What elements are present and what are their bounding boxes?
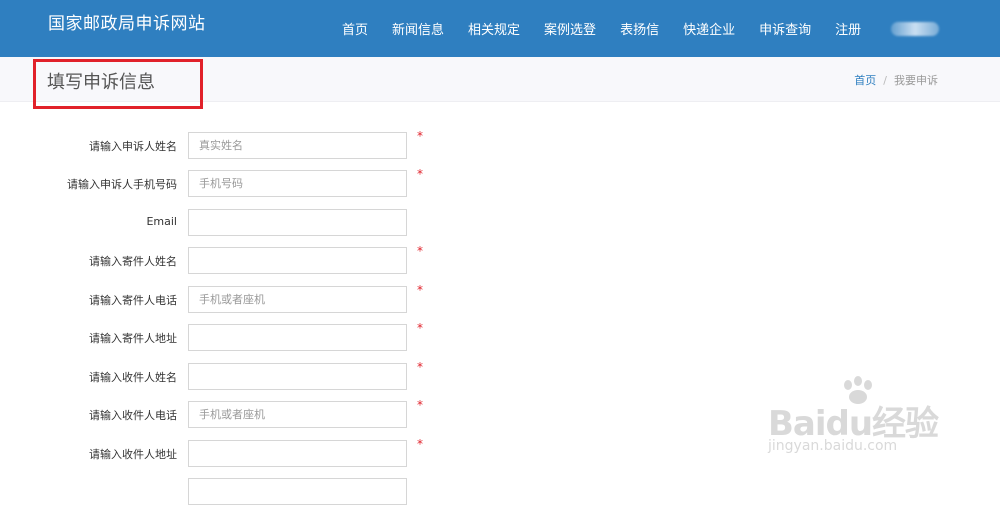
form-row-sender-address: 请输入寄件人地址 * [0,321,1000,352]
breadcrumb-separator: / [883,73,887,87]
nav-item-cases[interactable]: 案例选登 [544,19,596,38]
sender-name-input[interactable] [188,247,407,274]
sender-phone-label: 请输入寄件人电话 [89,294,177,307]
sender-address-input[interactable] [188,324,407,351]
nav-item-home[interactable]: 首页 [342,19,368,38]
nav-item-news[interactable]: 新闻信息 [392,19,444,38]
breadcrumb-home-link[interactable]: 首页 [854,72,876,88]
form-row-email: Email [0,209,1000,237]
sender-address-label: 请输入寄件人地址 [89,332,177,345]
nav-item-register[interactable]: 注册 [835,19,861,38]
complainant-name-label: 请输入申诉人姓名 [89,140,177,153]
nav-item-praise-letters[interactable]: 表扬信 [620,19,659,38]
required-mark: * [417,360,423,374]
email-input[interactable] [188,209,407,236]
form-row-sender-name: 请输入寄件人姓名 * [0,244,1000,275]
required-mark: * [417,167,423,181]
next-field-input[interactable] [188,478,407,505]
site-title[interactable]: 国家邮政局申诉网站 [48,9,206,34]
form-row-complainant-name: 请输入申诉人姓名 * [0,129,1000,160]
required-mark: * [417,129,423,143]
form-row-complainant-phone: 请输入申诉人手机号码 * [0,167,1000,198]
recipient-address-input[interactable] [188,440,407,467]
complainant-name-input[interactable] [188,132,407,159]
page-title: 填写申诉信息 [47,72,155,93]
recipient-address-label: 请输入收件人地址 [89,448,177,461]
required-mark: * [417,398,423,412]
email-label: Email [146,215,177,228]
breadcrumb: 首页 / 我要申诉 [854,72,938,88]
watermark-url: jingyan.baidu.com [768,438,898,454]
nav-item-regulations[interactable]: 相关规定 [468,19,520,38]
main-nav: 首页 新闻信息 相关规定 案例选登 表扬信 快递企业 申诉查询 注册 [330,0,940,57]
nav-item-courier-companies[interactable]: 快递企业 [683,19,735,38]
recipient-phone-input[interactable] [188,401,407,428]
form-row-sender-phone: 请输入寄件人电话 * [0,283,1000,314]
required-mark: * [417,321,423,335]
baidu-jingyan-watermark: Baidu经验 jingyan.baidu.com [760,376,960,466]
recipient-phone-label: 请输入收件人电话 [89,409,177,422]
required-mark: * [417,283,423,297]
recipient-name-label: 请输入收件人姓名 [89,371,177,384]
top-navigation-bar: 国家邮政局申诉网站 首页 新闻信息 相关规定 案例选登 表扬信 快递企业 申诉查… [0,0,1000,57]
breadcrumb-current: 我要申诉 [894,74,938,87]
recipient-name-input[interactable] [188,363,407,390]
required-mark: * [417,244,423,258]
complainant-phone-input[interactable] [188,170,407,197]
nav-user-blurred[interactable] [891,21,940,36]
sender-name-label: 请输入寄件人姓名 [89,255,177,268]
nav-item-complaint-query[interactable]: 申诉查询 [759,19,811,38]
sender-phone-input[interactable] [188,286,407,313]
complainant-phone-label: 请输入申诉人手机号码 [67,178,177,191]
form-row-next-partial [0,478,1000,506]
required-mark: * [417,437,423,451]
